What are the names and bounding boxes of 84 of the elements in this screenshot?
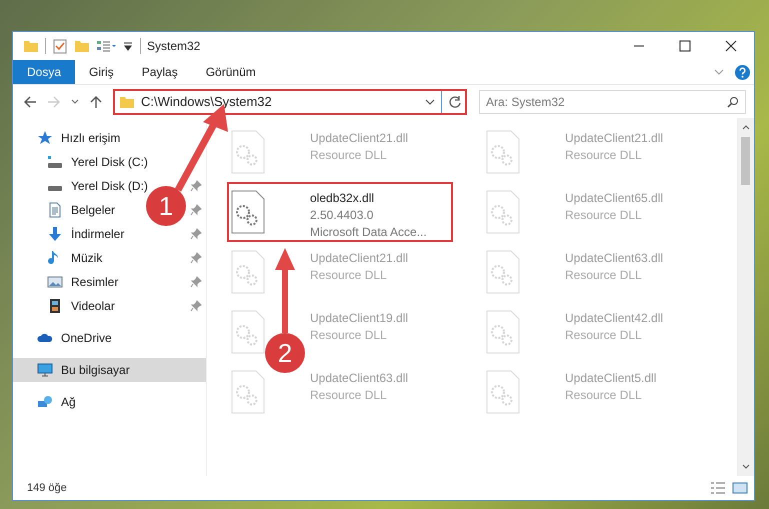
file-name: UpdateClient21.dll — [310, 130, 408, 147]
settings-file-icon — [486, 130, 520, 174]
drive-icon — [47, 154, 63, 170]
chevron-down-icon[interactable] — [742, 463, 750, 471]
chevron-up-icon[interactable] — [742, 123, 750, 131]
sidebar-item[interactable]: Resimler — [47, 270, 118, 294]
item-count: 149 öğe — [27, 480, 67, 496]
file-name: oledb32x.dll — [310, 190, 376, 207]
ribbon-tab[interactable]: Görünüm — [192, 60, 270, 84]
ribbon-tab[interactable]: Paylaş — [128, 60, 192, 84]
file-detail: Resource DLL — [310, 147, 388, 164]
file-name: UpdateClient19.dll — [310, 310, 408, 327]
file-detail: Microsoft Data Acce... — [310, 224, 427, 241]
sidebar-item[interactable]: Hızlı erişim — [13, 126, 206, 150]
settings-file-icon — [486, 250, 520, 294]
settings-file-icon — [231, 310, 265, 354]
settings-file-icon — [231, 370, 265, 414]
pin-icon[interactable] — [190, 204, 202, 216]
sidebar-item[interactable]: Bu bilgisayar — [13, 358, 206, 382]
address-path: C:\Windows\System32 — [141, 92, 273, 111]
back-arrow-icon[interactable] — [23, 94, 37, 108]
search-field[interactable]: Ara: System32 — [479, 90, 746, 114]
sidebar-item[interactable]: Yerel Disk (D:) — [47, 174, 148, 198]
chevron-down-icon[interactable] — [71, 98, 79, 106]
file-detail: Resource DLL — [565, 147, 643, 164]
up-arrow-icon[interactable] — [89, 94, 103, 108]
file-name: UpdateClient21.dll — [565, 130, 664, 147]
sidebar-item[interactable]: OneDrive — [13, 326, 206, 350]
search-icon[interactable] — [727, 96, 739, 108]
chevron-down-icon[interactable] — [425, 96, 435, 106]
settings-file-icon — [231, 190, 265, 234]
maximize-icon — [679, 40, 691, 52]
ribbon-tab[interactable]: Giriş — [75, 60, 128, 84]
file-detail: Resource DLL — [565, 267, 643, 284]
file-name: UpdateClient63.dll — [310, 370, 408, 387]
pin-icon[interactable] — [190, 252, 202, 264]
file-item[interactable]: oledb32x.dll 2.50.4403.0 Microsoft Data Acce... — [227, 182, 453, 242]
properties-icon[interactable] — [96, 38, 118, 54]
scrollbar[interactable] — [737, 118, 754, 476]
file-detail: Resource DLL — [565, 387, 643, 404]
settings-file-icon — [231, 250, 265, 294]
settings-file-icon — [486, 370, 520, 414]
sidebar-item[interactable]: İndirmeler — [47, 222, 124, 246]
network-icon — [37, 394, 53, 410]
drive-icon — [47, 186, 63, 192]
scrollbar-thumb[interactable] — [741, 137, 750, 185]
sidebar-item[interactable]: Belgeler — [47, 198, 116, 222]
document-icon — [47, 202, 63, 218]
file-name: UpdateClient63.dll — [565, 250, 664, 267]
sidebar-item[interactable]: Ağ — [13, 390, 206, 414]
file-detail: Resource DLL — [565, 207, 643, 224]
tiles-view-icon[interactable] — [732, 480, 748, 496]
pin-icon[interactable] — [190, 300, 202, 312]
file-detail: Resource DLL — [310, 267, 388, 284]
file-detail: Resource DLL — [565, 327, 643, 344]
file-detail: Resource DLL — [310, 387, 388, 404]
settings-file-icon — [231, 130, 265, 174]
settings-file-icon — [486, 190, 520, 234]
settings-file-icon — [486, 310, 520, 354]
sidebar-item[interactable]: Yerel Disk (C:) — [47, 150, 148, 174]
down-arrow-icon — [47, 226, 63, 242]
file-name: UpdateClient42.dll — [565, 310, 664, 327]
file-detail: Resource DLL — [310, 327, 388, 344]
file-name: UpdateClient21.dll — [310, 250, 408, 267]
file-name: UpdateClient5.dll — [565, 370, 656, 387]
monitor-icon — [37, 362, 53, 378]
checkmark-icon[interactable] — [52, 38, 68, 54]
window-title: System32 — [147, 38, 200, 55]
details-view-icon[interactable] — [710, 480, 726, 496]
pin-icon[interactable] — [190, 228, 202, 240]
film-icon — [47, 298, 63, 314]
address-field[interactable]: C:\Windows\System32 — [113, 88, 467, 114]
refresh-icon[interactable] — [448, 94, 462, 108]
star-icon — [37, 130, 53, 146]
help-icon[interactable] — [735, 64, 750, 80]
pin-icon[interactable] — [190, 180, 202, 192]
file-detail: 2.50.4403.0 — [310, 207, 374, 224]
pin-icon[interactable] — [190, 276, 202, 288]
picture-icon — [47, 274, 63, 290]
close-icon — [725, 40, 737, 52]
file-name: UpdateClient65.dll — [565, 190, 664, 207]
sidebar-item[interactable]: Müzik — [47, 246, 102, 270]
ribbon-tab[interactable]: Dosya — [13, 60, 76, 84]
sidebar-item[interactable]: Videolar — [47, 294, 115, 318]
